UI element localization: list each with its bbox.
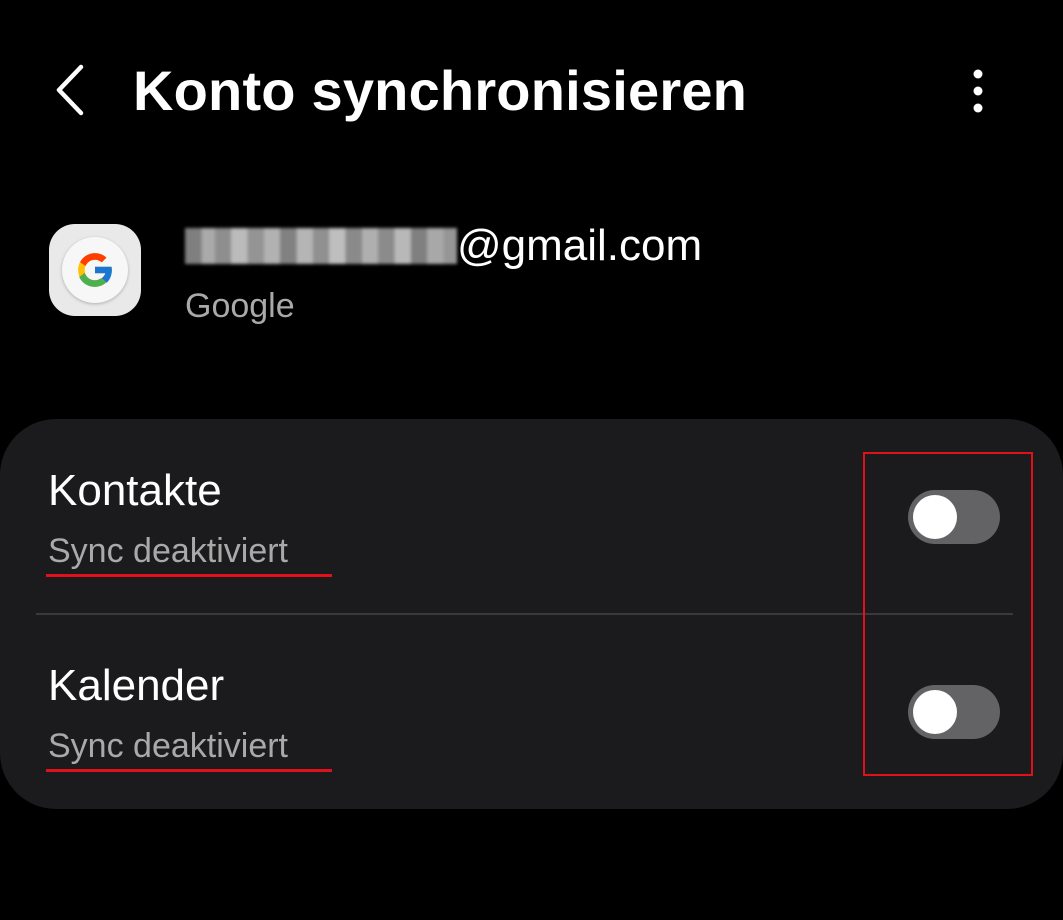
- sync-item-status: Sync deaktiviert: [48, 727, 288, 765]
- redacted-username: [185, 228, 457, 264]
- sync-item-label: Kontakte: [48, 466, 222, 515]
- account-type-label: Google: [185, 287, 295, 325]
- annotation-underline: [46, 769, 332, 772]
- toggle-knob: [913, 690, 957, 734]
- sync-items-card: Kontakte Sync deaktiviert Kalender Sync …: [0, 419, 1063, 809]
- more-vertical-icon: [973, 69, 983, 113]
- toggle-knob: [913, 495, 957, 539]
- page-title: Konto synchronisieren: [133, 59, 748, 122]
- calendar-sync-toggle[interactable]: [908, 685, 1000, 739]
- google-account-icon: [49, 224, 141, 316]
- annotation-underline: [46, 574, 332, 577]
- google-g-icon: [78, 253, 113, 287]
- more-options-button[interactable]: [950, 58, 1006, 124]
- sync-item-calendar[interactable]: Kalender Sync deaktiviert: [0, 614, 1063, 809]
- sync-account-screen: Konto synchronisieren @gmail.com Google …: [0, 0, 1063, 920]
- sync-item-status: Sync deaktiviert: [48, 532, 288, 570]
- account-email: @gmail.com: [185, 218, 702, 274]
- back-button[interactable]: [40, 55, 100, 125]
- sync-item-contacts[interactable]: Kontakte Sync deaktiviert: [0, 419, 1063, 615]
- email-domain: @gmail.com: [457, 221, 703, 270]
- sync-item-label: Kalender: [48, 661, 225, 710]
- contacts-sync-toggle[interactable]: [908, 490, 1000, 544]
- chevron-left-icon: [56, 64, 84, 116]
